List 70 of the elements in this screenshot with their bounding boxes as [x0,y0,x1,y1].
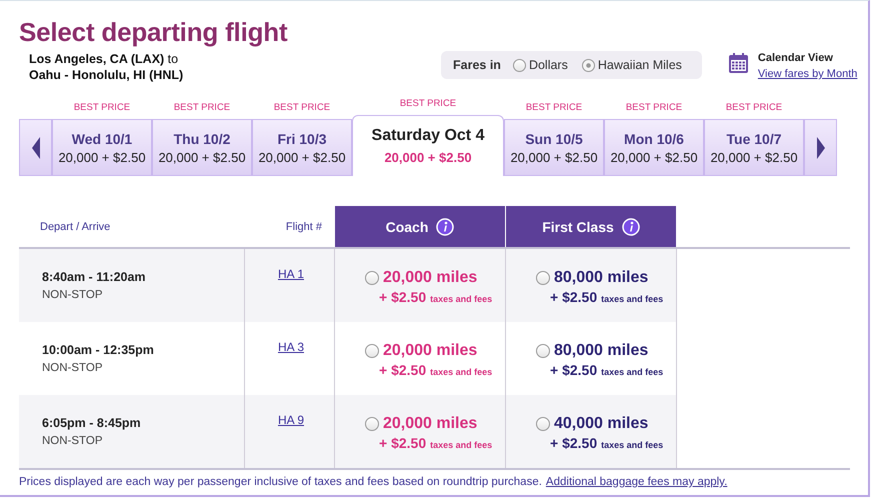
flight-number-link[interactable]: HA 3 [278,340,304,354]
fee-note: taxes and fees [601,367,664,377]
date-tab[interactable]: Saturday Oct 4 20,000 + $2.50 [352,115,504,176]
next-button[interactable] [804,119,837,176]
fare-radio[interactable] [365,344,379,358]
fare-miles: 80,000 miles [554,342,648,360]
fare-fee: + $2.50 [550,435,598,451]
calendar-link[interactable]: View fares by Month [758,68,858,80]
date-tab[interactable]: Thu 10/2 20,000 + $2.50 [152,119,252,176]
left-triangle-icon[interactable] [32,136,40,158]
right-triangle-icon[interactable] [816,136,824,158]
date-tab[interactable]: Tue 10/7 20,000 + $2.50 [704,119,804,176]
fare-miles: 80,000 miles [554,269,648,287]
fare-miles: 20,000 miles [383,415,478,433]
date-tab[interactable]: Mon 10/6 20,000 + $2.50 [604,119,704,176]
fare-radio[interactable] [536,344,550,358]
fee-note: taxes and fees [430,440,492,450]
page-title: Select departing flight [19,17,288,48]
flight-times: 6:05pm - 8:45pm [42,416,142,430]
stops-text: NON-STOP [42,362,104,374]
best-price-label: BEST PRICE [526,101,582,115]
info-icon[interactable] [622,218,640,236]
baggage-fees-link[interactable]: Additional baggage fees may apply. [546,476,728,488]
fee-note: taxes and fees [430,294,492,304]
fare-miles: 20,000 miles [383,342,478,360]
best-price-label: BEST PRICE [400,97,456,111]
flight-times: 8:40am - 11:20am [42,270,147,284]
flight-times: 10:00am - 12:35pm [42,343,155,357]
stops-text: NON-STOP [42,435,104,447]
date-tab[interactable]: Fri 10/3 20,000 + $2.50 [252,119,352,176]
column-header: Depart / Arrive [39,220,112,234]
fares-label: Fares in [453,58,501,72]
fare-miles: 20,000 miles [383,269,478,287]
radio-label: Hawaiian Miles [598,58,682,72]
class-label: Coach [386,218,428,234]
fare-radio[interactable] [365,271,379,285]
previous-button[interactable] [19,119,52,176]
date-tab[interactable]: Sun 10/5 20,000 + $2.50 [504,119,604,176]
calendar-icon[interactable] [728,52,749,74]
fare-fee: + $2.50 [379,362,426,378]
best-price-label: BEST PRICE [274,101,330,115]
fare-radio[interactable] [536,271,550,285]
stops-text: NON-STOP [42,289,104,301]
radio-button[interactable] [582,58,595,72]
fare-radio[interactable] [536,417,550,431]
best-price-label: BEST PRICE [174,101,230,115]
flight-number-link[interactable]: HA 1 [278,267,304,281]
fare-fee: + $2.50 [379,435,426,451]
info-icon[interactable] [436,218,454,236]
fare-fee: + $2.50 [550,289,598,305]
best-price-label: BEST PRICE [726,101,782,115]
fare-radio[interactable] [365,417,379,431]
fee-note: taxes and fees [430,367,492,377]
route-text: Oahu - Honolulu, HI (HNL) [29,67,184,83]
calendar-title: Calendar View [758,52,834,64]
date-tab[interactable]: Wed 10/1 20,000 + $2.50 [52,119,152,176]
radio-label: Dollars [528,58,568,72]
column-header: Flight # [284,220,323,234]
fee-note: taxes and fees [601,440,664,450]
fare-fee: + $2.50 [550,362,598,378]
fare-fee: + $2.50 [379,289,426,305]
route-text: Los Angeles, CA (LAX) to [29,51,180,67]
fee-note: taxes and fees [601,294,664,304]
best-price-label: BEST PRICE [74,101,130,115]
footer-note: Prices displayed are each way per passenger inclusive of taxes and fees based on roundtrip purchase. [19,476,542,488]
flight-number-link[interactable]: HA 9 [278,413,304,427]
class-label: First Class [542,218,614,234]
fare-miles: 40,000 miles [554,415,648,433]
radio-button[interactable] [512,58,526,72]
best-price-label: BEST PRICE [626,101,682,115]
